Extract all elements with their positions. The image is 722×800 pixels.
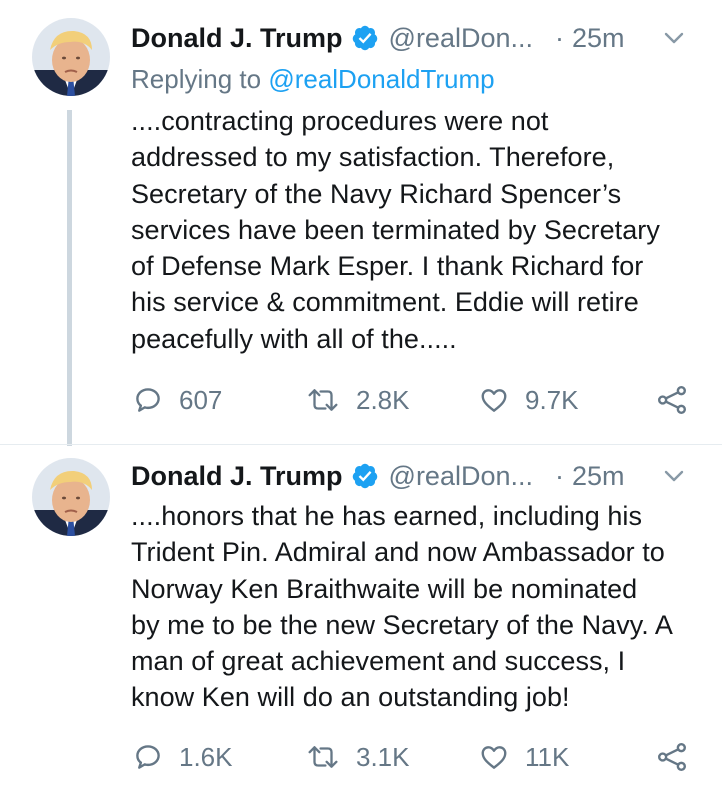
tweet-header: Donald J. Trump @realDon... · 25m [131,20,686,56]
retweet-button[interactable]: 3.1K [306,737,410,777]
share-button[interactable] [656,380,704,420]
verified-badge-icon [351,24,379,52]
share-icon [658,386,686,414]
reply-button[interactable]: 1.6K [133,737,233,777]
tweet-text: ....contracting procedures were not addr… [131,106,660,354]
timestamp[interactable]: 25m [572,23,625,54]
retweet-icon [308,746,338,768]
tweet[interactable]: Donald J. Trump @realDon... · 25m ....ho… [0,448,722,800]
heart-icon [481,746,507,769]
tweet-thread: Donald J. Trump @realDon... · 25m Replyi… [0,0,722,800]
like-button[interactable]: 11K [479,737,569,777]
reply-button[interactable]: 607 [133,380,222,420]
tweet-text: ....honors that he has earned, including… [131,501,673,713]
like-button[interactable]: 9.7K [479,380,579,420]
separator-dot: · [555,460,564,491]
tweet-actions: 1.6K 3.1K 11K [131,737,691,777]
retweet-count: 3.1K [356,741,410,772]
like-count: 9.7K [525,384,579,415]
display-name[interactable]: Donald J. Trump [131,461,343,492]
user-handle[interactable]: @realDon... [389,461,533,492]
share-button[interactable] [656,737,704,777]
tweet-header: Donald J. Trump @realDon... · 25m [131,458,686,494]
timestamp[interactable]: 25m [572,461,625,492]
share-icon [658,743,686,771]
replying-to-label: Replying to [131,64,262,94]
verified-badge-icon [351,462,379,490]
reply-icon [136,388,160,412]
divider [0,444,722,445]
reply-icon [136,745,160,769]
user-handle[interactable]: @realDon... [389,23,533,54]
avatar[interactable] [32,458,110,536]
like-count: 11K [525,741,570,772]
tweet[interactable]: Donald J. Trump @realDon... · 25m Replyi… [0,0,722,446]
heart-icon [481,389,507,412]
retweet-button[interactable]: 2.8K [306,380,410,420]
tweet-actions: 607 2.8K 9.7K [131,380,691,420]
replying-to-link[interactable]: @realDonaldTrump [268,64,494,94]
chevron-down-icon[interactable] [662,26,686,50]
reply-count: 1.6K [179,741,233,772]
reply-count: 607 [179,384,223,415]
retweet-icon [308,389,338,411]
avatar[interactable] [32,18,110,96]
display-name[interactable]: Donald J. Trump [131,23,343,54]
retweet-count: 2.8K [356,384,410,415]
chevron-down-icon[interactable] [662,464,686,488]
separator-dot: · [555,22,564,53]
replying-to: Replying to @realDonaldTrump [131,64,495,95]
thread-line [67,110,72,446]
